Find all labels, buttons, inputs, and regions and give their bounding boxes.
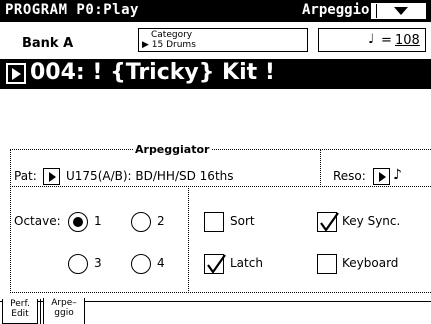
category-label: Category [151,30,193,40]
header-bar: PROGRAM P0:Play Arpeggio [0,0,431,22]
page-mode-label: Arpeggio [302,2,370,18]
dropdown-divider [376,4,377,18]
octave-option-3: 3 [94,256,102,270]
latch-checkbox[interactable] [204,254,226,274]
octave-radio-1[interactable] [68,212,88,232]
program-select[interactable]: 004: ! {Tricky} Kit ! [0,59,431,89]
keyboard-checkbox[interactable] [317,254,337,274]
tab-perf-edit-line1: Perf. [10,299,30,309]
bank-label: Bank A [22,36,74,51]
reso-popup-button[interactable] [373,168,390,185]
checkmark-icon [207,254,226,274]
arp-frame-top [10,149,431,150]
sort-label: Sort [230,214,255,228]
arp-frame-left-lower [10,186,11,293]
quarter-note-icon: ♩ [368,32,375,47]
tempo-equals: = [381,33,392,48]
arp-frame-col-divider [188,186,189,293]
octave-option-1: 1 [94,214,102,228]
octave-radio-2[interactable] [131,212,151,232]
octave-label: Octave: [14,214,61,228]
tab-arpeggio-line2: ggio [54,308,74,318]
arp-frame-left [10,149,11,187]
tab-arpeggio-line1: Arpe– [51,298,77,308]
keyboard-label: Keyboard [342,256,399,270]
pattern-popup-button[interactable] [43,168,60,185]
octave-option-2: 2 [157,214,165,228]
category-value: ▶ 15 Drums [142,40,196,50]
page-menu-dropdown[interactable] [371,3,426,19]
checkmark-icon [320,212,339,232]
tab-separator [40,299,41,324]
key-sync-checkbox[interactable] [317,212,339,232]
key-sync-label: Key Sync. [342,214,401,228]
tempo-value: 108 [395,33,420,48]
tab-perf-edit-line2: Edit [11,309,29,319]
octave-radio-4[interactable] [131,254,151,274]
page-title: PROGRAM P0:Play [5,2,139,18]
chevron-down-icon [394,7,408,15]
arpeggiator-title: Arpeggiator [133,143,212,156]
arp-frame-reso-divider [320,149,321,187]
tab-arpeggio[interactable]: Arpe– ggio [43,298,85,324]
sort-checkbox[interactable] [204,212,224,232]
latch-label: Latch [230,256,263,270]
pattern-value[interactable]: U175(A/B): BD/HH/SD 16ths [66,169,234,183]
program-popup-button[interactable] [6,63,26,84]
arp-frame-mid [10,186,431,187]
tempo-field[interactable]: ♩ = 108 [318,28,426,52]
octave-option-4: 4 [157,256,165,270]
tab-perf-edit[interactable]: Perf. Edit [2,299,38,324]
eighth-note-icon: ♪ [393,167,402,183]
pattern-label: Pat: [14,169,37,183]
reso-label: Reso: [333,169,366,183]
octave-radio-3[interactable] [68,254,88,274]
play-triangle-icon [12,68,21,80]
arp-frame-bottom [10,292,431,293]
program-name: 004: ! {Tricky} Kit ! [30,60,275,85]
category-select[interactable]: Category ▶ 15 Drums [138,28,308,52]
